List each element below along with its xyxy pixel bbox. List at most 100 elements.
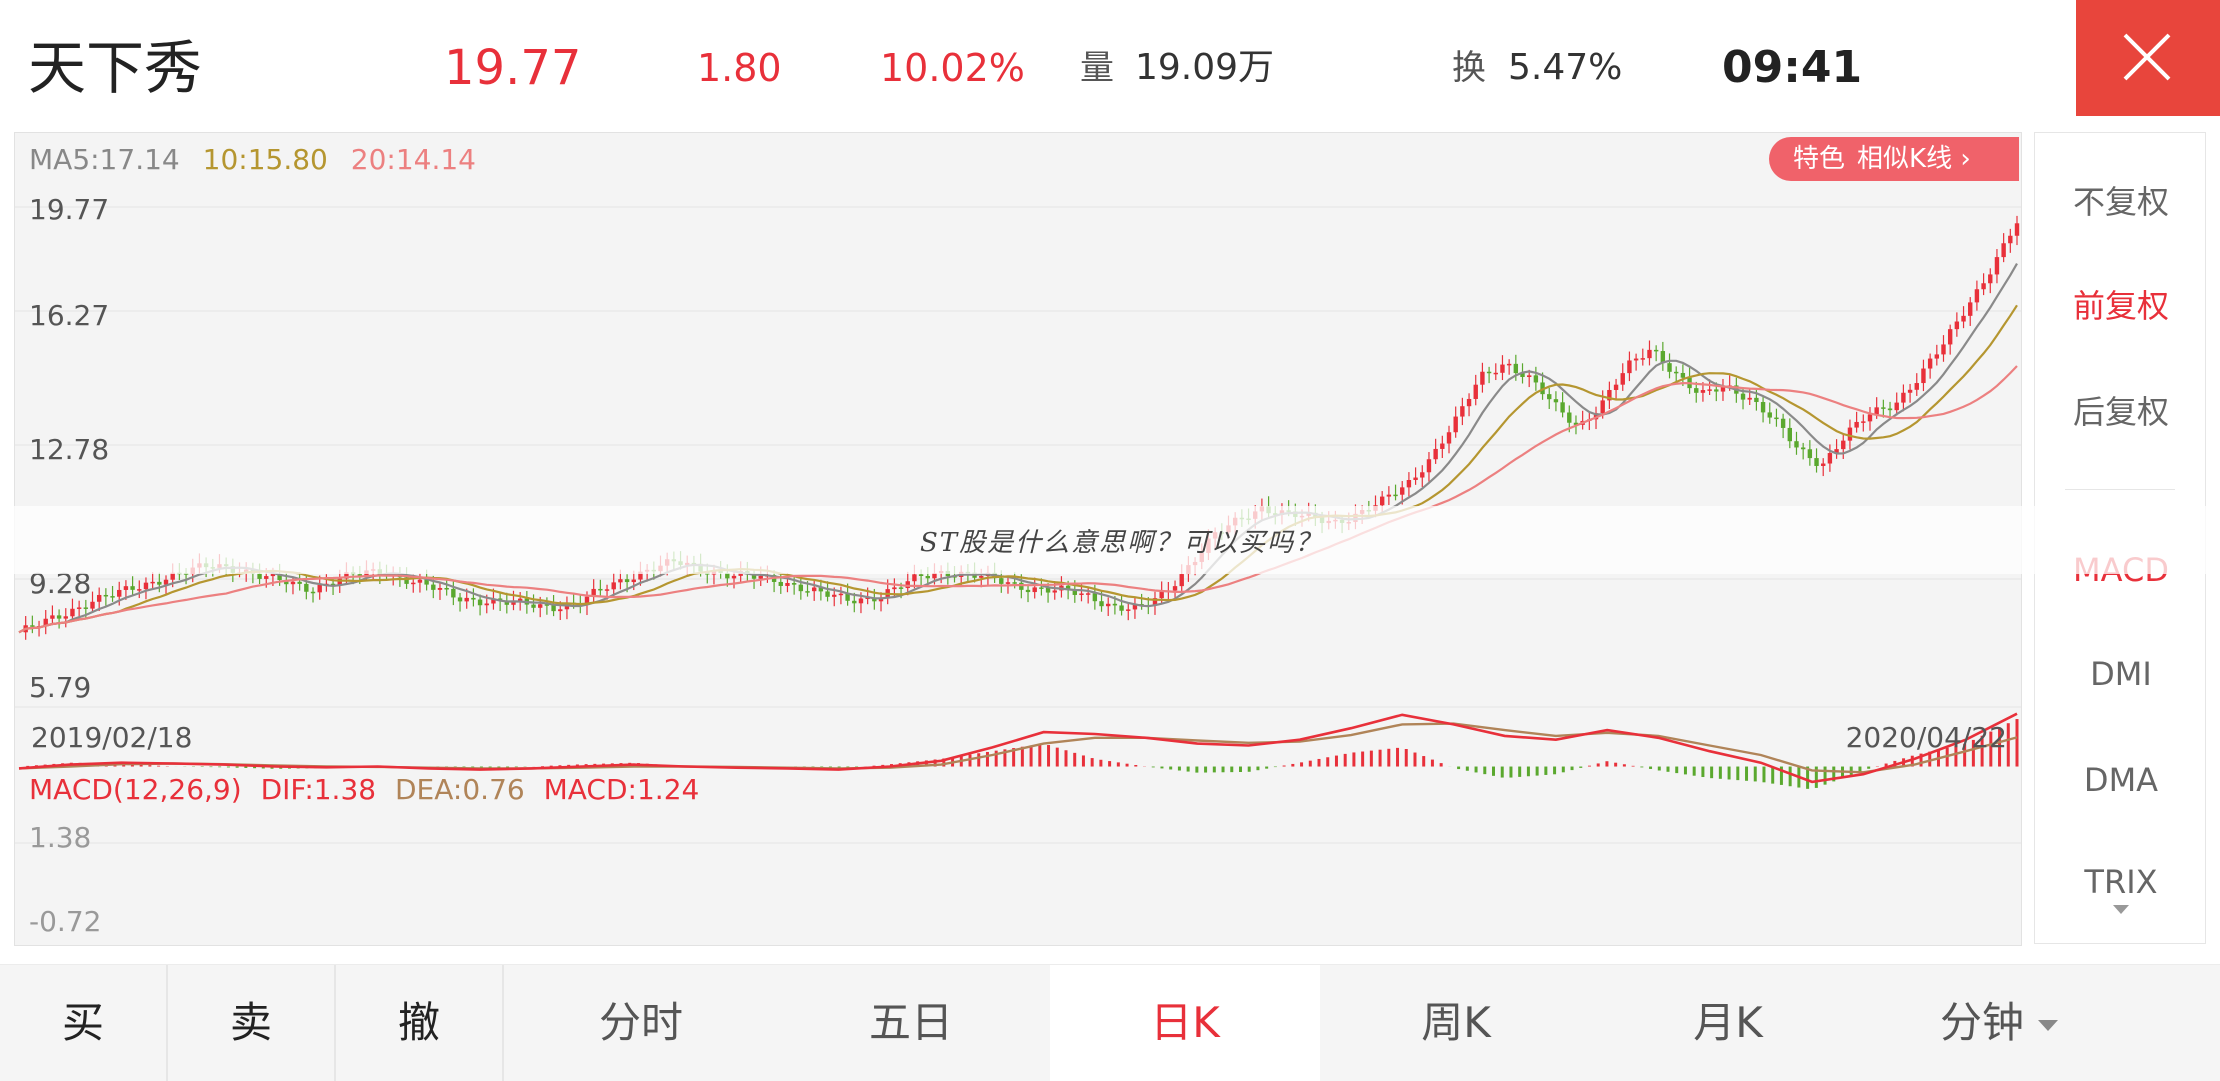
candle-body	[1413, 477, 1418, 480]
candle-body	[1480, 371, 1485, 385]
dif-label: DIF:1.38	[260, 773, 377, 806]
ma20-line	[18, 365, 2018, 634]
indicator-dma[interactable]: DMA	[2035, 761, 2207, 799]
candle-body	[1092, 593, 1098, 602]
candle-body	[1814, 458, 1819, 466]
macd-bottom-label: -0.72	[29, 905, 102, 938]
candle-body	[1667, 363, 1672, 372]
banner-text: ST股是什么意思啊？可以买吗？	[920, 528, 1324, 558]
candle-body	[1680, 372, 1686, 378]
price-change-pct: 10.02%	[880, 46, 1025, 90]
candle-body	[1894, 402, 1899, 411]
candle-body	[1854, 421, 1859, 428]
candle-body	[1005, 582, 1011, 584]
candle-body	[1714, 389, 1719, 392]
candle-body	[1052, 590, 1057, 593]
adjust-backward-option[interactable]: 后复权	[2035, 387, 2207, 433]
candle-body	[551, 605, 556, 612]
candle-body	[1106, 603, 1111, 607]
candle-body	[1633, 358, 1639, 361]
candle-body	[1019, 582, 1024, 590]
candle-body	[123, 586, 129, 590]
ma5-label: MA5:17.14	[29, 143, 180, 176]
candle-body	[103, 594, 109, 597]
candle-body	[310, 591, 316, 594]
candle-body	[1179, 574, 1184, 587]
candle-body	[1513, 363, 1519, 374]
tab-monthly-k[interactable]: 月K	[1592, 965, 1864, 1081]
tab-minute[interactable]: 分钟	[1864, 965, 2134, 1081]
candle-body	[143, 582, 149, 590]
candle-body	[1486, 371, 1492, 374]
tab-five-day[interactable]: 五日	[776, 965, 1046, 1081]
candle-body	[1440, 443, 1445, 449]
similar-text: 相似K线 ›	[1857, 144, 1971, 174]
tab-weekly-k[interactable]: 周K	[1320, 965, 1592, 1081]
candle-body	[1420, 472, 1425, 478]
candle-body	[1433, 448, 1438, 460]
candle-body	[1968, 302, 1973, 316]
y-tick-label: 19.77	[29, 193, 110, 226]
candle-body	[558, 609, 563, 612]
candle-body	[56, 615, 62, 619]
candle-body	[1961, 315, 1966, 322]
candle-body	[1780, 418, 1786, 428]
candle-body	[1119, 605, 1124, 611]
price-change: 1.80	[697, 46, 782, 90]
macd-top-label: 1.38	[29, 821, 92, 854]
candle-body	[1506, 363, 1512, 366]
close-button[interactable]	[2076, 0, 2220, 116]
candle-body	[117, 589, 122, 597]
cancel-order-button[interactable]: 撤	[336, 965, 504, 1081]
candle-body	[1867, 414, 1873, 422]
candle-body	[1881, 407, 1886, 409]
candle-body	[70, 608, 75, 617]
candle-body	[1994, 257, 2000, 275]
tab-intraday[interactable]: 分时	[506, 965, 776, 1081]
candle-body	[1112, 603, 1118, 606]
candle-body	[1760, 402, 1766, 413]
candle-body	[1653, 349, 1659, 352]
candle-body	[1774, 417, 1779, 420]
candle-body	[1841, 440, 1846, 450]
tab-daily-k[interactable]: 日K	[1050, 965, 1320, 1081]
candle-body	[417, 579, 423, 583]
candle-body	[598, 588, 603, 591]
candle-body	[1787, 427, 1793, 442]
candle-body	[1947, 329, 1953, 345]
candle-body	[1039, 587, 1044, 589]
candle-body	[825, 591, 830, 597]
candle-body	[604, 589, 610, 591]
candle-body	[1927, 358, 1933, 369]
similar-kline-button[interactable]: 特色 相似K线 ›	[1769, 137, 2019, 181]
candle-body	[785, 583, 790, 586]
candle-body	[1393, 494, 1398, 497]
indicator-trix[interactable]: TRIX	[2035, 863, 2207, 901]
adjust-none-option[interactable]: 不复权	[2035, 177, 2207, 223]
dea-label: DEA:0.76	[395, 773, 525, 806]
candle-body	[90, 601, 95, 609]
indicator-dmi[interactable]: DMI	[2035, 655, 2207, 693]
candle-body	[1453, 416, 1458, 433]
candle-body	[1379, 496, 1385, 506]
candle-body	[471, 597, 476, 600]
candle-body	[918, 574, 924, 576]
candle-body	[631, 579, 636, 583]
candle-body	[1547, 394, 1552, 400]
dea-line	[18, 722, 2018, 774]
sell-button[interactable]: 卖	[168, 965, 336, 1081]
candle-body	[1988, 274, 1993, 284]
candle-body	[1613, 384, 1619, 390]
candle-body	[538, 604, 543, 608]
candle-body	[1032, 587, 1037, 593]
adjust-forward-option[interactable]: 前复权	[2035, 281, 2207, 327]
candle-body	[1674, 371, 1679, 374]
candle-body	[137, 589, 142, 591]
candle-body	[1847, 427, 1853, 441]
buy-button[interactable]: 买	[0, 965, 168, 1081]
chevron-down-icon[interactable]	[2113, 905, 2129, 914]
candle-body	[611, 582, 616, 590]
bottom-tab-bar: 买 卖 撤 分时 五日 日K 周K 月K 分钟	[0, 964, 2220, 1081]
volume-value: 19.09万	[1135, 47, 1275, 88]
candle-body	[437, 587, 443, 590]
